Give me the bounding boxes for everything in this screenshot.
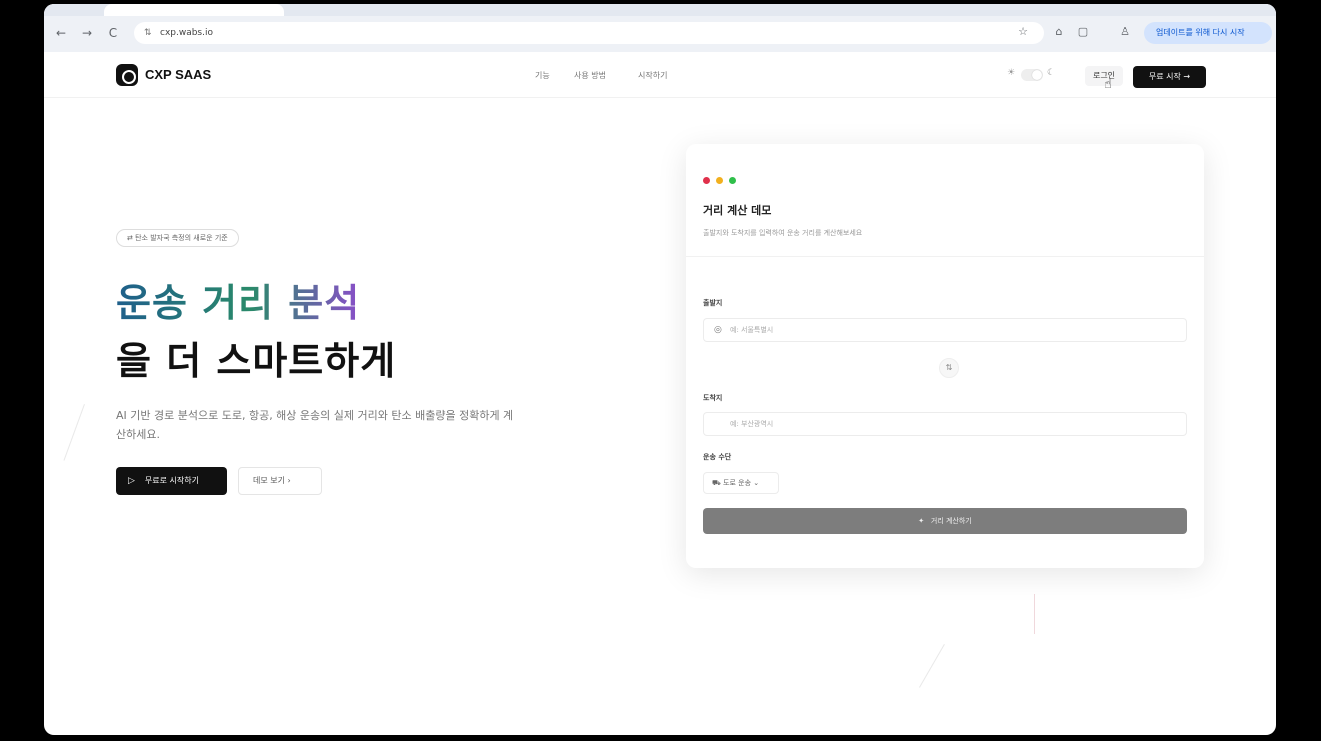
browser-window: ← → C ⇅ cxp.wabs.io ☆ ⌂ ▢ ♙ 업데이트를 위해 다시 시… — [44, 4, 1276, 735]
origin-placeholder: 예: 서울특별시 — [730, 326, 774, 334]
update-button[interactable]: 업데이트를 위해 다시 시작 — [1144, 22, 1272, 44]
sun-icon: ☀ — [1007, 68, 1016, 78]
transport-select[interactable]: ⛟ 도로 운송 ⌄ — [703, 472, 779, 494]
window-dot-yellow — [716, 177, 723, 184]
hero-description: AI 기반 경로 분석으로 도로, 항공, 해상 운송의 실제 거리와 탄소 배… — [116, 409, 514, 441]
browser-toolbar: ← → C ⇅ cxp.wabs.io ☆ ⌂ ▢ ♙ 업데이트를 위해 다시 시… — [44, 4, 1276, 52]
play-icon: ▷ — [128, 476, 135, 486]
hero-title-line2: 을 더 스마트하게 — [116, 339, 397, 383]
pointer-cursor-icon: ☝ — [1104, 77, 1112, 92]
destination-input[interactable]: 예: 부산광역시 — [703, 412, 1187, 436]
site-header: CXP SAAS 기능 사용 방법 시작하기 ☀ ☾ 로그인 무료 시작 → — [44, 52, 1276, 98]
url-text: cxp.wabs.io — [160, 28, 213, 38]
sparkle-icon: ✦ — [918, 517, 925, 525]
extension-icon[interactable]: ▢ — [1076, 25, 1090, 38]
map-pin-icon: ◎ — [714, 325, 722, 335]
transport-label: 운송 수단 — [703, 453, 732, 461]
window-dot-green — [729, 177, 736, 184]
address-bar[interactable]: ⇅ cxp.wabs.io — [134, 22, 1044, 44]
hero-title-line1: 운송 거리 분석 — [116, 272, 360, 327]
site-info-icon[interactable]: ⇅ — [144, 22, 154, 44]
active-tab[interactable] — [104, 4, 284, 16]
tab-strip — [44, 4, 1276, 16]
reload-icon[interactable]: C — [106, 26, 120, 40]
hero-badge: ⇄ 탄소 발자국 측정의 새로운 기준 — [116, 229, 239, 247]
swap-icon[interactable]: ⇅ — [939, 358, 959, 378]
destination-placeholder: 예: 부산광역시 — [730, 420, 774, 428]
decorative-line — [63, 404, 85, 461]
distance-demo-card: 거리 계산 데모 출발지와 도착지를 입력하여 운송 거리를 계산해보세요 출발… — [686, 144, 1204, 568]
back-icon[interactable]: ← — [54, 26, 68, 40]
window-dot-red — [703, 177, 710, 184]
nav-link-features[interactable]: 기능 — [535, 70, 550, 81]
nav-link-get-started[interactable]: 시작하기 — [638, 70, 667, 81]
decorative-line — [919, 644, 945, 688]
destination-label: 도착지 — [703, 394, 723, 402]
profile-icon[interactable]: ♙ — [1118, 25, 1132, 38]
start-free-label: 무료로 시작하기 — [144, 476, 199, 485]
free-start-button[interactable]: 무료 시작 → — [1133, 66, 1206, 88]
calculate-label: 거리 계산하기 — [930, 517, 972, 525]
star-icon[interactable]: ☆ — [1016, 25, 1030, 38]
origin-label: 출발지 — [703, 299, 723, 307]
chevron-down-icon: ⌄ — [751, 479, 760, 487]
demo-title: 거리 계산 데모 — [703, 204, 772, 217]
decorative-line — [1034, 594, 1035, 634]
origin-input[interactable]: ◎ 예: 서울특별시 — [703, 318, 1187, 342]
truck-icon: ⛟ — [712, 479, 724, 487]
moon-icon: ☾ — [1047, 68, 1056, 78]
lock-icon[interactable]: ⌂ — [1052, 25, 1066, 38]
start-free-button[interactable]: ▷ 무료로 시작하기 — [116, 467, 227, 495]
view-demo-button[interactable]: 데모 보기 › — [238, 467, 322, 495]
forward-icon[interactable]: → — [80, 26, 94, 40]
brand-name[interactable]: CXP SAAS — [145, 67, 211, 82]
theme-toggle[interactable]: ☀ ☾ — [1007, 67, 1057, 83]
transport-value: 도로 운송 — [723, 479, 752, 487]
card-divider — [686, 256, 1204, 257]
logo-icon[interactable] — [116, 64, 138, 86]
demo-subtitle: 출발지와 도착지를 입력하여 운송 거리를 계산해보세요 — [703, 229, 863, 237]
nav-link-how-to[interactable]: 사용 방법 — [574, 70, 606, 81]
calculate-distance-button[interactable]: ✦ 거리 계산하기 — [703, 508, 1187, 534]
toggle-switch[interactable] — [1021, 69, 1043, 81]
